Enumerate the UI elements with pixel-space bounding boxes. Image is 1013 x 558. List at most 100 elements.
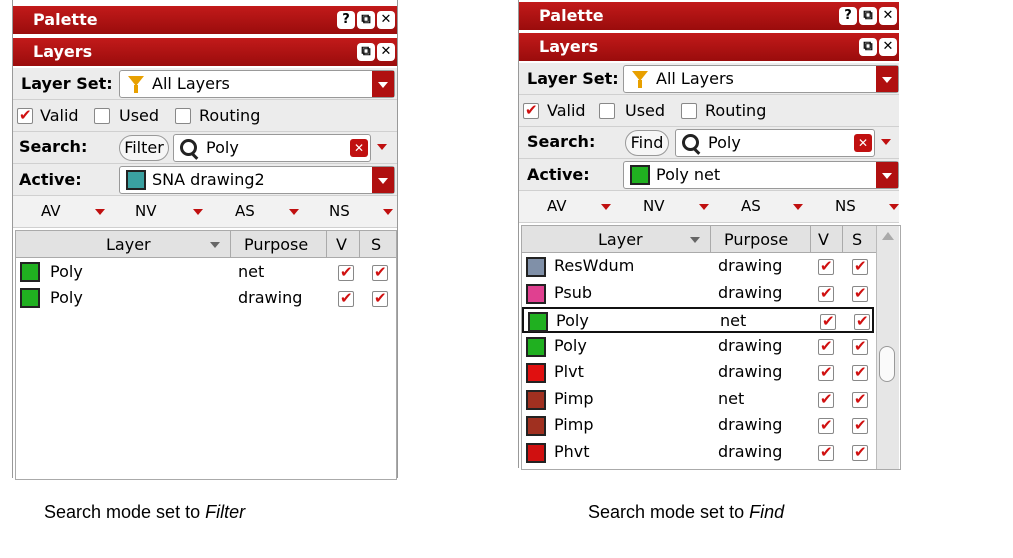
purpose-name: drawing	[718, 335, 783, 355]
visible-checkbox[interactable]	[820, 312, 836, 330]
visible-checkbox[interactable]	[818, 390, 834, 408]
close-icon[interactable]: ✕	[377, 11, 395, 29]
scroll-up-icon[interactable]	[882, 232, 894, 240]
layer-table: Layer Purpose V S ResWdum drawing Psub draw…	[521, 225, 901, 470]
selectable-checkbox[interactable]	[852, 390, 868, 408]
v-column-header[interactable]: V	[336, 235, 347, 254]
used-checkbox[interactable]	[599, 103, 615, 119]
layers-title: Layers	[33, 42, 93, 61]
reswdum-icon	[526, 257, 546, 277]
visible-checkbox[interactable]	[818, 257, 834, 275]
used-checkbox[interactable]	[94, 108, 110, 124]
ns-menu-icon[interactable]	[383, 209, 393, 215]
palette-titlebar[interactable]: Palette ? ⧉ ✕	[519, 2, 899, 30]
layer-set-dropdown[interactable]: All Layers	[623, 65, 899, 93]
layer-set-value: All Layers	[656, 69, 734, 88]
table-row[interactable]: Poly drawing	[522, 334, 874, 360]
layers-titlebar[interactable]: Layers ⧉ ✕	[13, 38, 397, 66]
nv-menu-icon[interactable]	[699, 204, 709, 210]
search-input[interactable]: Poly ✕	[173, 134, 371, 162]
undock-icon[interactable]: ⧉	[357, 11, 375, 29]
selectable-checkbox[interactable]	[852, 443, 868, 461]
scrollbar-thumb[interactable]	[879, 346, 895, 382]
help-icon[interactable]: ?	[337, 11, 355, 29]
undock-icon[interactable]: ⧉	[357, 43, 375, 61]
sort-chevron-icon[interactable]	[690, 237, 700, 243]
layer-set-label: Layer Set:	[21, 74, 113, 93]
selectable-checkbox[interactable]	[852, 416, 868, 434]
selectable-checkbox[interactable]	[852, 337, 868, 355]
visible-checkbox[interactable]	[818, 284, 834, 302]
table-row[interactable]: ResWdum drawing	[522, 254, 874, 280]
active-layer-dropdown[interactable]: Poly net	[623, 161, 899, 189]
selectable-checkbox[interactable]	[852, 257, 868, 275]
visible-checkbox[interactable]	[818, 337, 834, 355]
active-layer-dropdown[interactable]: SNA drawing2	[119, 166, 395, 194]
chevron-down-icon[interactable]	[876, 66, 898, 92]
clear-search-icon[interactable]: ✕	[350, 139, 368, 157]
visible-checkbox[interactable]	[818, 416, 834, 434]
layer-column-header[interactable]: Layer	[598, 230, 643, 249]
ns-menu-icon[interactable]	[889, 204, 899, 210]
table-row[interactable]: Pimp drawing	[522, 413, 874, 439]
v-column-header[interactable]: V	[818, 230, 829, 249]
valid-checkbox[interactable]	[523, 101, 539, 119]
chevron-down-icon[interactable]	[876, 162, 898, 188]
routing-checkbox[interactable]	[681, 103, 697, 119]
visible-checkbox[interactable]	[338, 289, 354, 307]
as-menu-icon[interactable]	[793, 204, 803, 210]
palette-titlebar[interactable]: Palette ? ⧉ ✕	[13, 6, 397, 34]
purpose-column-header[interactable]: Purpose	[724, 230, 788, 249]
table-row[interactable]: Poly net	[522, 307, 874, 333]
s-column-header[interactable]: S	[852, 230, 862, 249]
search-mode-button[interactable]: Find	[625, 130, 669, 156]
column-divider	[326, 231, 327, 257]
s-column-header[interactable]: S	[371, 235, 381, 254]
av-menu-icon[interactable]	[601, 204, 611, 210]
caption-mode: Filter	[205, 502, 246, 522]
as-menu-icon[interactable]	[289, 209, 299, 215]
search-options-chevron-icon[interactable]	[881, 139, 891, 145]
table-row[interactable]: Phvt drawing	[522, 440, 874, 466]
vertical-scrollbar[interactable]	[876, 226, 899, 469]
caption-mode: Find	[749, 502, 785, 522]
active-label: Active:	[19, 170, 82, 189]
purpose-column-header[interactable]: Purpose	[244, 235, 308, 254]
table-row[interactable]: Poly drawing	[16, 285, 396, 311]
table-row[interactable]: Poly net	[16, 259, 396, 285]
search-mode-button[interactable]: Filter	[119, 135, 169, 161]
selectable-checkbox[interactable]	[854, 312, 870, 330]
selectable-checkbox[interactable]	[852, 363, 868, 381]
clear-search-icon[interactable]: ✕	[854, 134, 872, 152]
valid-checkbox[interactable]	[17, 106, 33, 124]
table-row[interactable]: Plvt drawing	[522, 360, 874, 386]
sort-chevron-icon[interactable]	[210, 242, 220, 248]
nv-menu-icon[interactable]	[193, 209, 203, 215]
close-icon[interactable]: ✕	[879, 38, 897, 56]
selectable-checkbox[interactable]	[372, 263, 388, 281]
help-icon[interactable]: ?	[839, 7, 857, 25]
visible-checkbox[interactable]	[818, 363, 834, 381]
search-options-chevron-icon[interactable]	[377, 144, 387, 150]
av-menu-icon[interactable]	[95, 209, 105, 215]
table-row[interactable]: Psub drawing	[522, 281, 874, 307]
selectable-checkbox[interactable]	[852, 284, 868, 302]
chevron-down-icon[interactable]	[372, 167, 394, 193]
search-input[interactable]: Poly ✕	[675, 129, 875, 157]
table-row[interactable]: Pimp net	[522, 387, 874, 413]
undock-icon[interactable]: ⧉	[859, 7, 877, 25]
routing-checkbox[interactable]	[175, 108, 191, 124]
phvt-icon	[526, 442, 546, 463]
undock-icon[interactable]: ⧉	[859, 38, 877, 56]
layer-column-header[interactable]: Layer	[106, 235, 151, 254]
layer-set-dropdown[interactable]: All Layers	[119, 70, 395, 98]
close-icon[interactable]: ✕	[879, 7, 897, 25]
close-icon[interactable]: ✕	[377, 43, 395, 61]
chevron-down-icon[interactable]	[372, 71, 394, 97]
visible-checkbox[interactable]	[338, 263, 354, 281]
filter-checkbox-row: Valid Used Routing	[13, 100, 397, 132]
selectable-checkbox[interactable]	[372, 289, 388, 307]
active-row: Active: SNA drawing2	[13, 164, 397, 196]
visible-checkbox[interactable]	[818, 443, 834, 461]
layers-titlebar[interactable]: Layers ⧉ ✕	[519, 33, 899, 61]
